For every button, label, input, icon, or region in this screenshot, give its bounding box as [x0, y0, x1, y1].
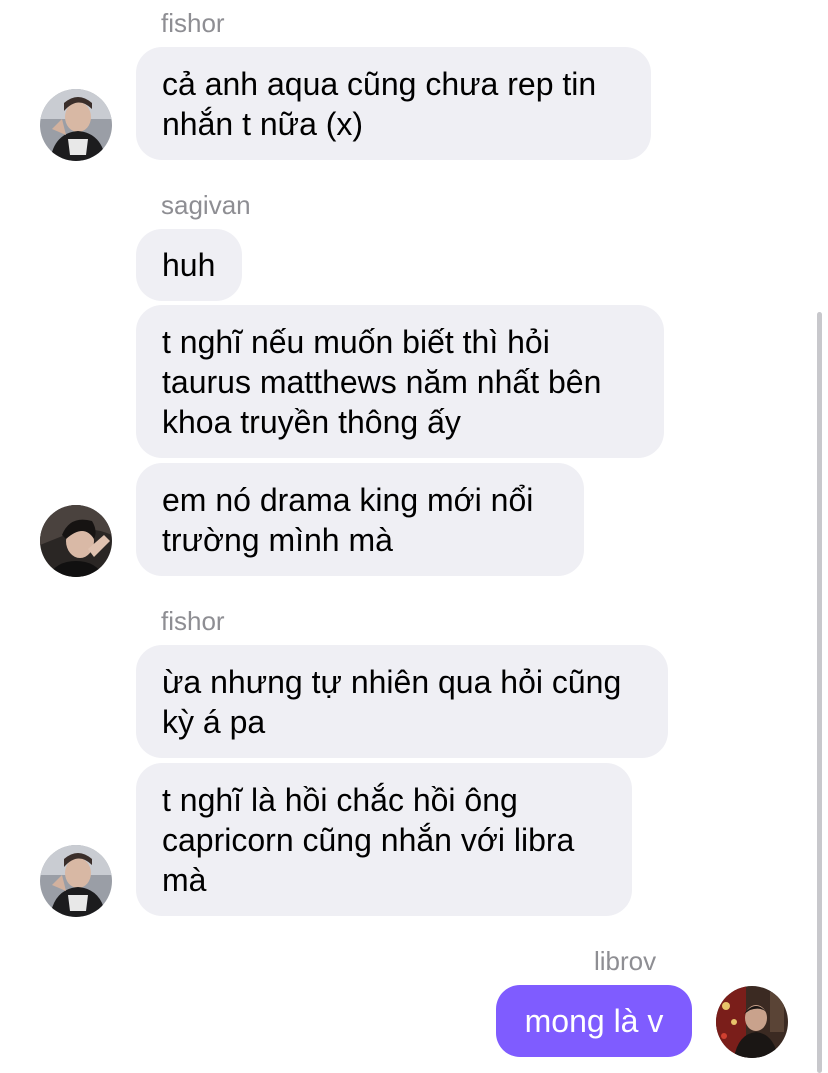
scrollbar[interactable]	[817, 312, 822, 1073]
message-bubble[interactable]: cả anh aqua cũng chưa rep tin nhắn t nữa…	[136, 47, 651, 160]
message-bubble[interactable]: t nghĩ nếu muốn biết thì hỏi taurus matt…	[136, 305, 664, 458]
message-bubble[interactable]: t nghĩ là hồi chắc hồi ông capricorn cũn…	[136, 763, 632, 916]
sender-name: librov	[594, 946, 657, 976]
sender-name: sagivan	[161, 190, 251, 220]
message-bubble[interactable]: huh	[136, 229, 242, 301]
message-bubble-outgoing[interactable]: mong là v	[496, 985, 692, 1057]
avatar-sagivan[interactable]	[40, 505, 112, 577]
avatar-librov[interactable]	[716, 986, 788, 1058]
avatar-fishor[interactable]	[40, 845, 112, 917]
sender-name: fishor	[161, 606, 225, 636]
avatar-fishor[interactable]	[40, 89, 112, 161]
message-bubble[interactable]: em nó drama king mới nổi trường mình mà	[136, 463, 584, 576]
sender-name: fishor	[161, 8, 225, 38]
message-bubble[interactable]: ừa nhưng tự nhiên qua hỏi cũng kỳ á pa	[136, 645, 668, 758]
